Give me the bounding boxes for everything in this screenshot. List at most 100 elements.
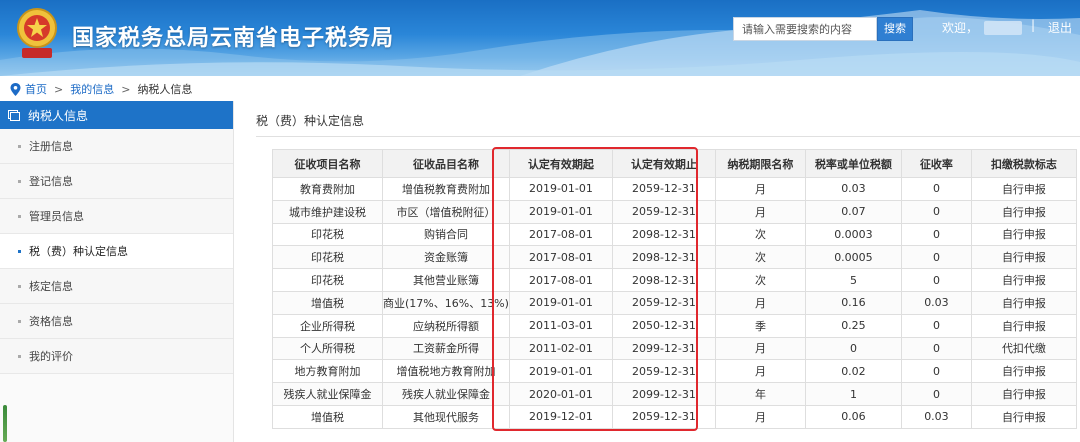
table-cell: 印花税 [272, 268, 383, 292]
table-cell: 0.02 [804, 359, 902, 384]
table-cell: 企业所得税 [272, 313, 383, 338]
breadcrumb: 首页 > 我的信息 > 纳税人信息 [10, 80, 192, 98]
table-cell: 月 [714, 177, 806, 201]
table-cell: 自行申报 [970, 382, 1077, 406]
breadcrumb-home[interactable]: 首页 [25, 81, 47, 97]
table-header-row: 征收项目名称 征收品目名称 认定有效期起 认定有效期止 纳税期限名称 税率或单位税额 征收率… [272, 149, 1077, 178]
table-cell: 2019-01-01 [508, 199, 613, 224]
tax-emblem-icon [17, 8, 57, 58]
table-cell: 2019-01-01 [508, 290, 613, 315]
column-header: 认定有效期起 [508, 149, 613, 178]
welcome-text: 欢迎， [942, 21, 979, 35]
breadcrumb-current: 纳税人信息 [137, 83, 193, 96]
sidebar-item[interactable]: 注册信息 [0, 129, 233, 164]
column-header: 纳税期限名称 [714, 149, 806, 178]
table-cell: 月 [714, 199, 806, 224]
table-cell: 其他现代服务 [382, 404, 510, 429]
sidebar-header[interactable]: 纳税人信息 [0, 101, 233, 129]
table-cell: 2059-12-31 [611, 199, 716, 224]
breadcrumb-my-info[interactable]: 我的信息 [70, 81, 114, 97]
table-cell: 自行申报 [970, 199, 1077, 224]
table-cell: 购销合同 [382, 222, 510, 247]
sidebar-item-label: 我的评价 [29, 350, 73, 363]
table-cell: 0 [900, 199, 972, 224]
sidebar-item-label: 核定信息 [29, 280, 73, 293]
table-cell: 0.16 [804, 290, 902, 315]
table-cell: 印花税 [272, 245, 383, 270]
table-cell: 增值税 [272, 290, 383, 315]
bullet-icon [18, 249, 21, 253]
section-title: 税（费）种认定信息 [256, 114, 365, 128]
table-cell: 0 [900, 382, 972, 406]
sidebar-item[interactable]: 资格信息 [0, 304, 233, 339]
table-cell: 自行申报 [970, 222, 1077, 247]
sidebar-item[interactable]: 管理员信息 [0, 199, 233, 234]
table-row: 残疾人就业保障金 残疾人就业保障金 2020-01-01 2099-12-31 年 1 0 自… [272, 382, 1077, 406]
table-cell: 2017-08-01 [508, 222, 613, 247]
site-title: 国家税务总局云南省电子税务局 [72, 26, 395, 51]
sidebar-item-label: 税（费）种认定信息 [29, 245, 128, 258]
search-button[interactable]: 搜索 [877, 17, 913, 41]
bullet-icon [18, 319, 21, 323]
table-cell: 0 [900, 313, 972, 338]
table-cell: 5 [804, 268, 902, 292]
table-cell: 月 [714, 404, 806, 429]
table-cell: 0.0005 [804, 245, 902, 270]
header-separator: | [1031, 18, 1036, 32]
table-cell: 2050-12-31 [611, 313, 716, 338]
table-row: 个人所得税 工资薪金所得 2011-02-01 2099-12-31 月 0 0 代扣代缴 [272, 336, 1077, 361]
table-cell: 2098-12-31 [611, 222, 716, 247]
breadcrumb-separator: > [121, 82, 131, 96]
table-cell: 个人所得税 [272, 336, 383, 361]
table-cell: 1 [804, 382, 902, 406]
table-cell: 月 [714, 290, 806, 315]
table-cell: 2019-01-01 [508, 359, 613, 384]
table-cell: 年 [714, 382, 806, 406]
table-cell: 应纳税所得额 [382, 313, 510, 338]
table-row: 增值税 商业(17%、16%、13%) 2019-01-01 2059-12-31 月 0… [272, 290, 1077, 315]
column-header: 税率或单位税额 [804, 149, 902, 178]
table-cell: 代扣代缴 [970, 336, 1077, 361]
table-cell: 资金账簿 [382, 245, 510, 270]
table-cell: 工资薪金所得 [382, 336, 510, 361]
table-cell: 自行申报 [970, 268, 1077, 292]
scrollbar-thumb[interactable] [3, 405, 7, 442]
table-cell: 2059-12-31 [611, 290, 716, 315]
table-cell: 教育费附加 [272, 177, 383, 201]
table-cell: 次 [714, 268, 806, 292]
table-cell: 月 [714, 359, 806, 384]
sidebar-item-label: 管理员信息 [29, 210, 84, 223]
table-row: 城市维护建设税 市区（增值税附征） 2019-01-01 2059-12-31 月 0.0… [272, 199, 1077, 224]
bullet-icon [18, 354, 21, 358]
table-cell: 0.06 [804, 404, 902, 429]
sidebar-item-label: 登记信息 [29, 175, 73, 188]
table-row: 地方教育附加 增值税地方教育附加 2019-01-01 2059-12-31 月 0.02… [272, 359, 1077, 384]
table-row: 增值税 其他现代服务 2019-12-01 2059-12-31 月 0.06 0.03 自行… [272, 404, 1077, 429]
table-cell: 自行申报 [970, 290, 1077, 315]
column-header: 征收项目名称 [272, 149, 383, 178]
sidebar-item-label: 资格信息 [29, 315, 73, 328]
table-row: 教育费附加 增值税教育费附加 2019-01-01 2059-12-31 月 0.03 0 自… [272, 177, 1077, 201]
table-cell: 2099-12-31 [611, 336, 716, 361]
table-cell: 2098-12-31 [611, 245, 716, 270]
table-cell: 0 [900, 222, 972, 247]
table-cell: 增值税地方教育附加 [382, 359, 510, 384]
table-cell: 2098-12-31 [611, 268, 716, 292]
table-cell: 其他营业账簿 [382, 268, 510, 292]
location-pin-icon [10, 82, 21, 96]
table-cell: 自行申报 [970, 177, 1077, 201]
table-row: 印花税 其他营业账簿 2017-08-01 2098-12-31 次 5 0 自行申报 [272, 268, 1077, 292]
table-cell: 地方教育附加 [272, 359, 383, 384]
table-cell: 次 [714, 245, 806, 270]
table-cell: 2017-08-01 [508, 245, 613, 270]
sidebar-item[interactable]: 我的评价 [0, 339, 233, 374]
table-cell: 0 [900, 336, 972, 361]
sidebar-item[interactable]: 核定信息 [0, 269, 233, 304]
column-header: 征收率 [900, 149, 972, 178]
table-cell: 残疾人就业保障金 [272, 382, 383, 406]
sidebar-item[interactable]: 登记信息 [0, 164, 233, 199]
search-input[interactable] [733, 17, 877, 41]
logout-link[interactable]: 退出 [1048, 19, 1072, 36]
sidebar-item[interactable]: 税（费）种认定信息 [0, 234, 233, 269]
section-divider [256, 136, 1080, 137]
